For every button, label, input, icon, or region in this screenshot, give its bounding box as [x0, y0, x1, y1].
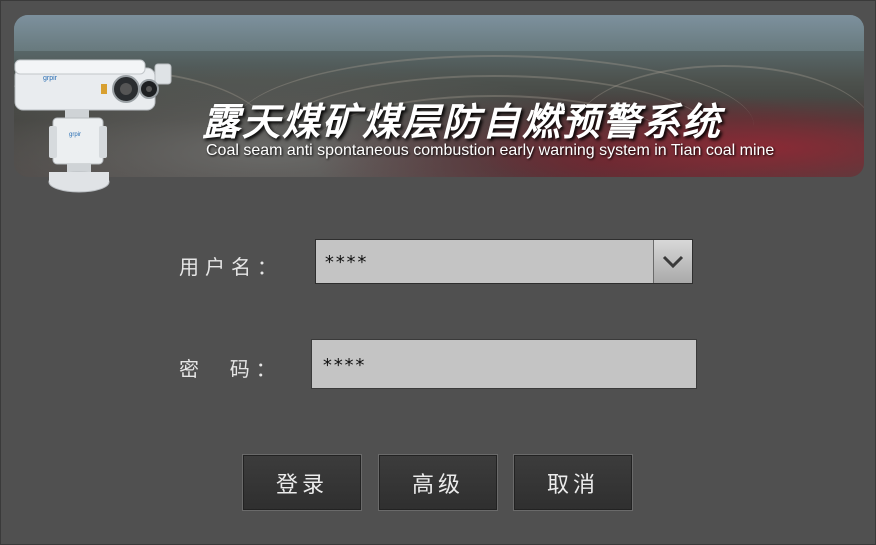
password-field[interactable]: **** [311, 339, 697, 389]
password-value: **** [322, 355, 366, 376]
svg-text:grpir: grpir [69, 132, 81, 138]
thermal-camera-icon: grpir grpir [14, 59, 172, 193]
banner-title: 露天煤矿煤层防自燃预警系统 [202, 100, 723, 144]
username-value: **** [324, 252, 368, 273]
banner-sky [14, 15, 864, 51]
login-button[interactable]: 登录 [242, 454, 362, 511]
username-label: 用户名： [179, 255, 283, 279]
dropdown-button[interactable] [653, 240, 692, 283]
username-combobox[interactable]: **** [315, 239, 693, 284]
advanced-button[interactable]: 高级 [378, 454, 498, 511]
banner-subtitle: Coal seam anti spontaneous combustion ea… [206, 142, 775, 159]
cancel-button[interactable]: 取消 [513, 454, 633, 511]
chevron-down-icon [662, 255, 684, 268]
login-window: 露天煤矿煤层防自燃预警系统 Coal seam anti spontaneous… [0, 0, 876, 545]
svg-text:grpir: grpir [43, 75, 58, 82]
password-label: 密 码： [179, 357, 282, 381]
